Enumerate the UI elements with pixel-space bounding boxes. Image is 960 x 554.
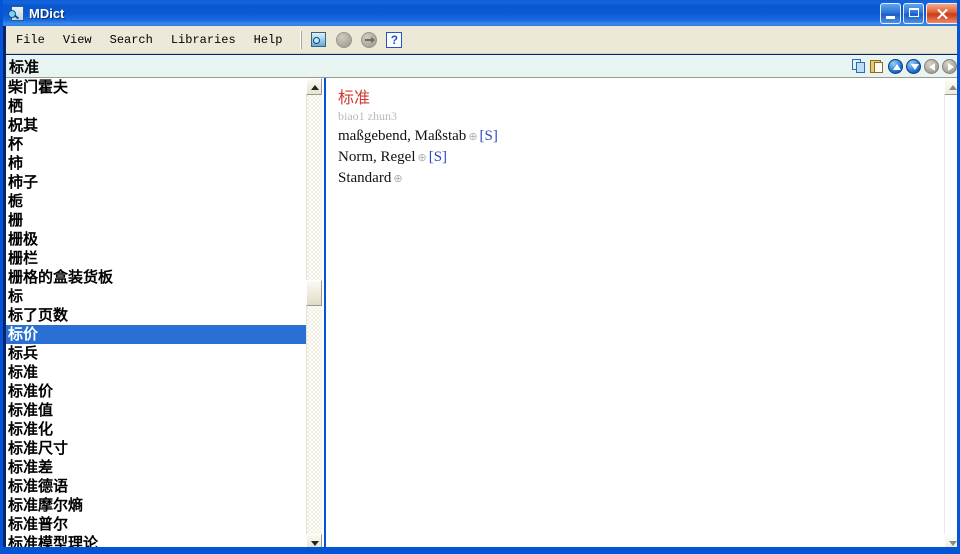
sense-tag-link[interactable]: [S] <box>480 128 498 144</box>
wordlist-item[interactable]: 柿子 <box>6 173 310 192</box>
wordlist-item[interactable]: 杯 <box>6 135 310 154</box>
wordlist-scroll-track[interactable] <box>306 95 322 534</box>
wordlist-item[interactable]: 标准普尔 <box>6 515 310 534</box>
sense-tag-link[interactable]: [S] <box>429 149 447 165</box>
wordlist-item[interactable]: 标准德语 <box>6 477 310 496</box>
wordlist-item[interactable]: 标准价 <box>6 382 310 401</box>
wordlist-item[interactable]: 柴门霍夫 <box>6 78 310 97</box>
wordlist-item[interactable]: 栅栏 <box>6 249 310 268</box>
copy-icon[interactable] <box>851 58 868 75</box>
article-headword: 标准 <box>338 88 371 107</box>
back-icon[interactable] <box>923 58 940 75</box>
search-input[interactable] <box>6 55 850 77</box>
wordlist-item[interactable]: 标准尺寸 <box>6 439 310 458</box>
help-toolbar-icon[interactable]: ? <box>383 29 405 51</box>
sense-text: Standard <box>338 170 392 186</box>
scroll-down-icon[interactable] <box>905 58 922 75</box>
wordlist-item[interactable]: 标准值 <box>6 401 310 420</box>
wordlist-scroll-thumb[interactable] <box>306 280 322 307</box>
wordlist-item[interactable]: 栖 <box>6 97 310 116</box>
menu-item-view[interactable]: View <box>55 30 100 50</box>
sense-source-bullet-icon: ⊕ <box>393 173 403 185</box>
article-sense: Norm, Regel ⊕ [S] <box>338 147 938 168</box>
wordlist-scrollbar[interactable] <box>306 78 322 551</box>
article-sense: maßgebend, Maßstab ⊕ [S] <box>338 126 938 147</box>
article-sense: Standard ⊕ <box>338 168 938 189</box>
toolbar-separator <box>300 30 303 49</box>
wordlist-item[interactable]: 栀 <box>6 192 310 211</box>
wordlist-item[interactable]: 栅格的盒装货板 <box>6 268 310 287</box>
definition-article: 标准 biao1 zhun3 maßgebend, Maßstab ⊕ [S] Nor… <box>328 78 938 551</box>
menu-item-file[interactable]: File <box>8 30 53 50</box>
content-area: 柴门霍夫栖柷其杯柿柿子栀栅栅极 栅栏 栅格的盒装货板标标了页数 标价 标兵 标准 标准价 标准… <box>6 78 957 551</box>
wordlist[interactable]: 柴门霍夫栖柷其杯柿柿子栀栅栅极 栅栏 栅格的盒装货板标标了页数 标价 标兵 标准 标准价 标准… <box>6 78 310 551</box>
wordlist-scroll-up-button[interactable] <box>306 78 322 95</box>
menu-item-libraries[interactable]: Libraries <box>163 30 244 50</box>
stop-toolbar-icon[interactable] <box>333 29 355 51</box>
wordlist-pane: 柴门霍夫栖柷其杯柿柿子栀栅栅极 栅栏 栅格的盒装货板标标了页数 标价 标兵 标准 标准价 标准… <box>6 78 326 551</box>
forward-icon[interactable] <box>941 58 957 75</box>
sense-text: maßgebend, Maßstab <box>338 128 467 144</box>
sense-text: Norm, Regel <box>338 149 416 165</box>
article-pinyin: biao1 zhun3 <box>338 109 397 123</box>
forward-toolbar-icon[interactable] <box>358 29 380 51</box>
sense-source-bullet-icon: ⊕ <box>417 152 427 164</box>
scroll-up-icon[interactable] <box>887 58 904 75</box>
wordlist-item[interactable]: 标兵 <box>6 344 310 363</box>
window-bottom-edge <box>3 547 957 551</box>
definition-scrollbar[interactable] <box>944 78 957 551</box>
article-senses: maßgebend, Maßstab ⊕ [S] Norm, Regel ⊕ [S] Sta… <box>338 126 938 189</box>
wordlist-item[interactable]: 标准差 <box>6 458 310 477</box>
wordlist-item[interactable]: 标准 <box>6 363 310 382</box>
definition-pane: 标准 biao1 zhun3 maßgebend, Maßstab ⊕ [S] Nor… <box>328 78 957 551</box>
title-bar[interactable]: MDict <box>3 0 957 26</box>
window-controls <box>878 2 957 24</box>
application-window: MDict File View Search Libraries Help ? <box>0 0 960 554</box>
wordlist-item[interactable]: 标 <box>6 287 310 306</box>
close-button[interactable] <box>926 2 957 24</box>
wordlist-item[interactable]: 标了页数 <box>6 306 310 325</box>
wordlist-item[interactable]: 标准化 <box>6 420 310 439</box>
help-question-mark: ? <box>386 31 403 48</box>
menu-bar: File View Search Libraries Help ? <box>6 26 957 54</box>
wordlist-item[interactable]: 柿 <box>6 154 310 173</box>
definition-scroll-track[interactable] <box>944 95 957 534</box>
search-bar-tools <box>850 56 957 77</box>
menu-item-search[interactable]: Search <box>102 30 161 50</box>
definition-scroll-up-button[interactable] <box>944 78 957 95</box>
menu-item-help[interactable]: Help <box>246 30 291 50</box>
search-bar <box>6 55 957 78</box>
wordlist-item[interactable]: 栅 <box>6 211 310 230</box>
wordlist-item[interactable]: 柷其 <box>6 116 310 135</box>
wordlist-item[interactable]: 栅极 <box>6 230 310 249</box>
wordlist-item-selected[interactable]: 标价 <box>6 325 310 344</box>
wordlist-item[interactable]: 标准摩尔熵 <box>6 496 310 515</box>
minimize-button[interactable] <box>880 2 901 24</box>
dictionary-magnifier-icon <box>8 5 24 21</box>
search-toolbar-icon[interactable] <box>308 29 330 51</box>
maximize-button[interactable] <box>903 2 924 24</box>
paste-icon[interactable] <box>869 58 886 75</box>
window-title: MDict <box>29 5 65 21</box>
sense-source-bullet-icon: ⊕ <box>468 131 478 143</box>
